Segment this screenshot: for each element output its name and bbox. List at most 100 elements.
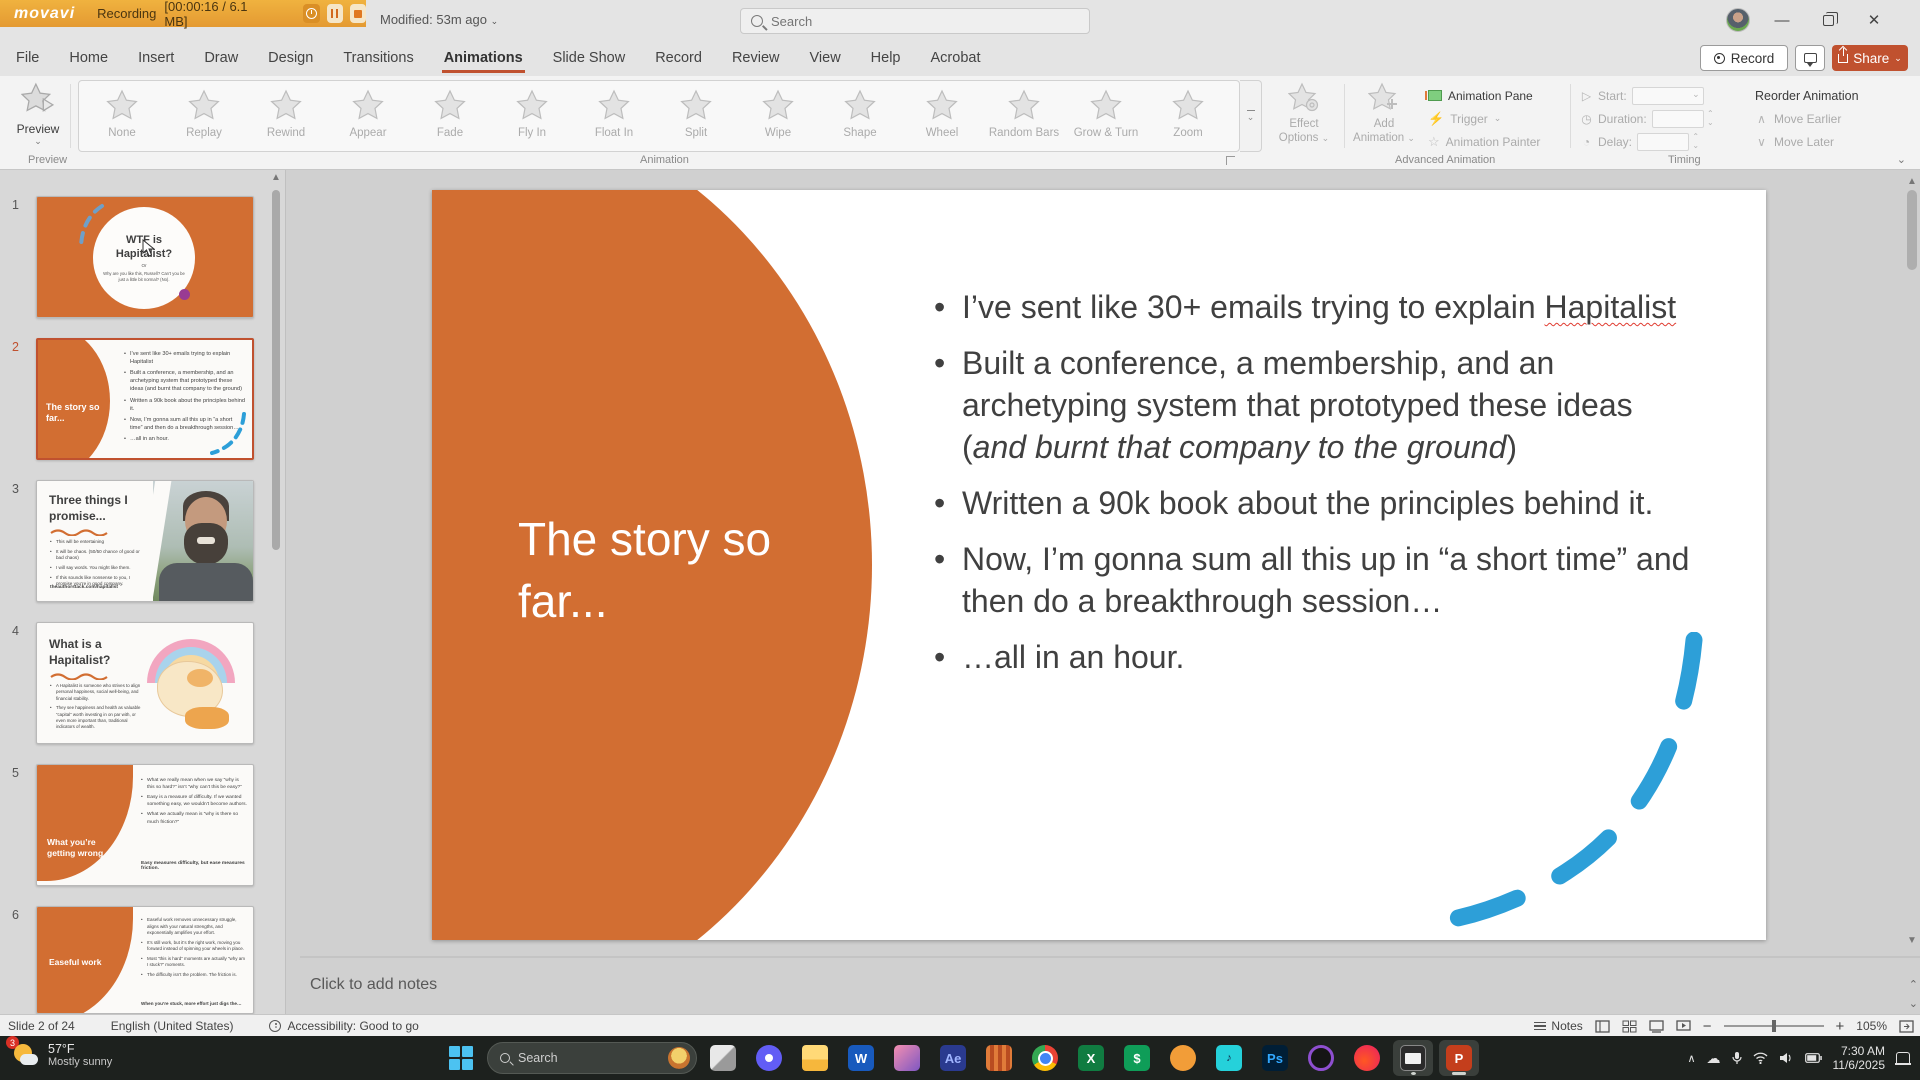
zoom-slider-knob[interactable] — [1772, 1020, 1776, 1032]
animation-style[interactable]: Split — [655, 85, 737, 139]
menu-tab[interactable]: Draw — [202, 42, 240, 74]
record-button[interactable]: Record — [1700, 45, 1788, 71]
modified-status[interactable]: Modified: 53m ago ⌄ — [380, 12, 498, 27]
animation-style[interactable]: Fade — [409, 85, 491, 139]
animation-pane-button[interactable]: Animation Pane — [1428, 84, 1568, 107]
thumbnail-slide-1[interactable]: WTF is Hapitalist? Or Why are you like t… — [36, 196, 254, 318]
taskbar-app-icon[interactable] — [1025, 1040, 1065, 1076]
speaker-icon[interactable] — [1779, 1052, 1794, 1064]
slide-bullet[interactable]: Now, I’m gonna sum all this up in “a sho… — [930, 538, 1690, 622]
effect-options-button[interactable]: Effect Options ⌄ — [1272, 82, 1336, 154]
recording-stop-button[interactable] — [350, 4, 366, 23]
start-combobox[interactable] — [1632, 87, 1704, 105]
scroll-up-arrow[interactable]: ▲ — [271, 172, 281, 183]
language-status[interactable]: English (United States) — [111, 1019, 234, 1033]
zoom-out-button[interactable]: − — [1703, 1018, 1712, 1035]
notification-center-icon[interactable] — [1896, 1052, 1910, 1065]
taskbar-app-icon[interactable] — [1163, 1040, 1203, 1076]
clock[interactable]: 7:30 AM11/6/2025 — [1833, 1044, 1886, 1072]
onedrive-icon[interactable]: ☁ — [1707, 1050, 1721, 1067]
blue-dash-swoosh[interactable] — [1436, 632, 1716, 932]
menu-tab[interactable]: Home — [67, 42, 110, 74]
animation-style[interactable]: Wheel — [901, 85, 983, 139]
animation-style[interactable]: Float In — [573, 85, 655, 139]
taskbar-app-icon[interactable] — [703, 1040, 743, 1076]
reading-view-button[interactable] — [1649, 1020, 1664, 1033]
preview-button[interactable]: Preview ⌄ — [12, 82, 64, 154]
duration-spinner[interactable] — [1652, 110, 1704, 128]
share-button[interactable]: Share⌄ — [1832, 45, 1908, 71]
taskbar-app-icon[interactable]: Ps — [1255, 1040, 1295, 1076]
menu-tab[interactable]: Review — [730, 42, 782, 74]
taskbar-app-icon[interactable]: $ — [1117, 1040, 1157, 1076]
menu-tab[interactable]: Transitions — [341, 42, 415, 74]
menu-tab[interactable]: Animations — [442, 42, 525, 74]
maximize-button[interactable] — [1806, 0, 1850, 40]
animation-style[interactable]: Zoom — [1147, 85, 1229, 139]
fit-slide-button[interactable] — [1899, 1020, 1914, 1033]
move-later-button[interactable]: ∨Move Later — [1755, 130, 1905, 153]
taskbar-app-icon[interactable] — [1393, 1040, 1433, 1076]
slide-editing-canvas[interactable]: The story so far... I’ve sent like 30+ e… — [432, 190, 1766, 940]
move-earlier-button[interactable]: ∧Move Earlier — [1755, 107, 1905, 130]
animation-style[interactable]: Random Bars — [983, 85, 1065, 139]
taskbar-app-icon[interactable] — [1347, 1040, 1387, 1076]
taskbar-search[interactable]: Search — [487, 1042, 697, 1074]
collapse-ribbon-button[interactable]: ⌄ — [1897, 153, 1906, 166]
slide-bullet[interactable]: Built a conference, a membership, and an… — [930, 342, 1690, 468]
slide-count-status[interactable]: Slide 2 of 24 — [8, 1019, 75, 1033]
animation-style[interactable]: Appear — [327, 85, 409, 139]
weather-widget[interactable]: 3 57°FMostly sunny — [10, 1040, 112, 1070]
animation-painter-button[interactable]: ☆Animation Painter — [1428, 130, 1568, 153]
thumbnail-slide-4[interactable]: What is a Hapitalist? A Hapitalist is so… — [36, 622, 254, 744]
minimize-button[interactable]: — — [1760, 0, 1804, 40]
menu-tab[interactable]: Help — [869, 42, 903, 74]
notes-pane[interactable]: Click to add notes — [300, 958, 1920, 1014]
scroll-up-arrow[interactable]: ▲ — [1907, 176, 1917, 187]
slide-bullet[interactable]: Written a 90k book about the principles … — [930, 482, 1690, 524]
taskbar-app-icon[interactable] — [979, 1040, 1019, 1076]
accessibility-status[interactable]: Accessibility: Good to go — [269, 1019, 418, 1033]
add-animation-button[interactable]: Add Animation ⌄ — [1352, 82, 1416, 154]
gallery-more-button[interactable]: ⌄ — [1240, 80, 1262, 152]
ribbon-search[interactable] — [740, 8, 1090, 34]
taskbar-app-icon[interactable]: P — [1439, 1040, 1479, 1076]
preview-dropdown-arrow[interactable]: ⌄ — [34, 136, 42, 147]
zoom-slider[interactable] — [1724, 1025, 1824, 1027]
comments-button[interactable] — [1795, 45, 1825, 71]
taskbar-app-icon[interactable] — [749, 1040, 789, 1076]
thumbnail-slide-2-selected[interactable]: The story so far... I’ve sent like 30+ e… — [36, 338, 254, 460]
trigger-button[interactable]: ⚡Trigger ⌄ — [1428, 107, 1568, 130]
recording-pause-button[interactable] — [327, 4, 343, 23]
wifi-icon[interactable] — [1753, 1052, 1768, 1064]
animation-style[interactable]: Rewind — [245, 85, 327, 139]
animation-style[interactable]: Replay — [163, 85, 245, 139]
microphone-icon[interactable] — [1732, 1051, 1742, 1065]
thumbnail-slide-5[interactable]: What you’re getting wrong What we really… — [36, 764, 254, 886]
menu-tab[interactable]: Acrobat — [929, 42, 983, 74]
recording-timer-button[interactable] — [303, 4, 319, 23]
normal-view-button[interactable] — [1595, 1020, 1610, 1033]
scroll-down-arrow[interactable]: ▼ — [1907, 935, 1917, 946]
canvas-scrollbar[interactable]: ▲ ▼ — [1907, 176, 1917, 946]
thumbnail-slide-6[interactable]: Easeful work Easeful work removes unnece… — [36, 906, 254, 1014]
taskbar-app-icon[interactable] — [887, 1040, 927, 1076]
taskbar-app-icon[interactable] — [795, 1040, 835, 1076]
menu-tab[interactable]: File — [14, 42, 41, 74]
menu-tab[interactable]: Insert — [136, 42, 176, 74]
notes-placeholder[interactable]: Click to add notes — [310, 976, 437, 994]
taskbar-app-icon[interactable]: W — [841, 1040, 881, 1076]
account-avatar[interactable] — [1726, 8, 1750, 32]
zoom-in-button[interactable]: + — [1836, 1018, 1845, 1035]
menu-tab[interactable]: Record — [653, 42, 704, 74]
thumbnail-scrollbar[interactable] — [272, 190, 280, 550]
search-input[interactable] — [771, 14, 1079, 29]
animation-style[interactable]: Fly In — [491, 85, 573, 139]
taskbar-app-icon[interactable]: ♪ — [1209, 1040, 1249, 1076]
slide-bullet[interactable]: I’ve sent like 30+ emails trying to expl… — [930, 286, 1690, 328]
animation-style[interactable]: None — [81, 85, 163, 139]
start-button[interactable] — [441, 1040, 481, 1076]
scrollbar-thumb[interactable] — [1907, 190, 1917, 270]
animation-style[interactable]: Shape — [819, 85, 901, 139]
battery-icon[interactable] — [1805, 1053, 1822, 1063]
